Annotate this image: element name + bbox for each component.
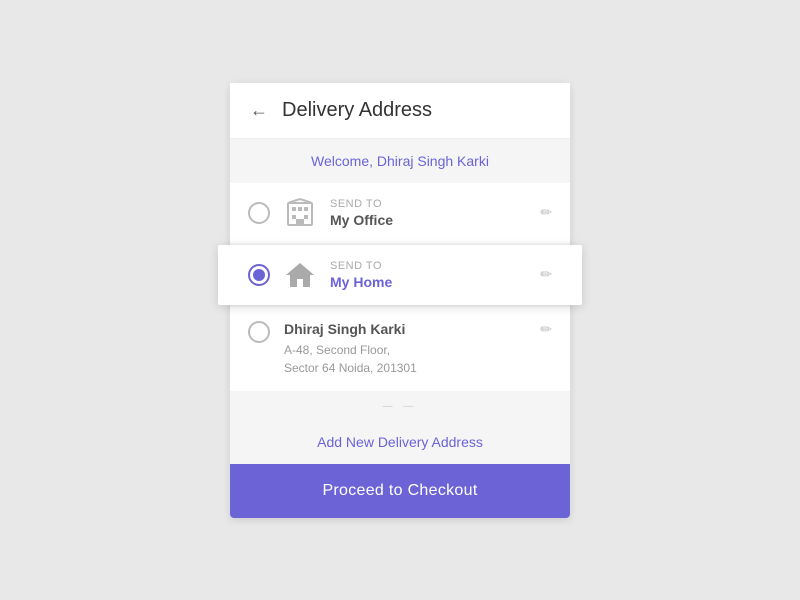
radio-home[interactable] <box>248 264 270 286</box>
detail-info: Dhiraj Singh Karki A-48, Second Floor, S… <box>284 321 526 377</box>
office-info: SEND TO My Office <box>330 198 526 228</box>
address-detail-option[interactable]: Dhiraj Singh Karki A-48, Second Floor, S… <box>230 307 570 391</box>
home-name: My Home <box>330 274 526 290</box>
address-option-home[interactable]: SEND TO My Home ✏ <box>218 245 582 305</box>
detail-person-name: Dhiraj Singh Karki <box>284 321 526 337</box>
checkout-button[interactable]: Proceed to Checkout <box>230 464 570 518</box>
radio-home-inner <box>253 269 265 281</box>
home-send-to-label: SEND TO <box>330 260 526 272</box>
delivery-address-card: ← Delivery Address Welcome, Dhiraj Singh… <box>230 83 570 518</box>
detail-edit-icon[interactable]: ✏ <box>540 321 552 338</box>
header: ← Delivery Address <box>230 83 570 139</box>
welcome-bar: Welcome, Dhiraj Singh Karki <box>230 139 570 183</box>
building-icon <box>284 197 316 229</box>
detail-line1: A-48, Second Floor, <box>284 343 390 357</box>
add-new-address-link[interactable]: Add New Delivery Address <box>230 420 570 464</box>
radio-detail[interactable] <box>248 321 270 343</box>
home-icon <box>284 259 316 291</box>
detail-address-text: A-48, Second Floor, Sector 64 Noida, 201… <box>284 341 526 377</box>
office-edit-icon[interactable]: ✏ <box>540 204 552 221</box>
office-send-to-label: SEND TO <box>330 198 526 210</box>
home-edit-icon[interactable]: ✏ <box>540 266 552 283</box>
welcome-name: Dhiraj Singh Karki <box>377 153 489 169</box>
office-name: My Office <box>330 212 526 228</box>
page-title: Delivery Address <box>282 99 432 122</box>
detail-line2: Sector 64 Noida, 201301 <box>284 361 417 375</box>
back-button[interactable]: ← <box>250 100 268 121</box>
home-info: SEND TO My Home <box>330 260 526 290</box>
radio-office[interactable] <box>248 202 270 224</box>
welcome-prefix: Welcome, <box>311 153 373 169</box>
divider: — — <box>230 393 570 420</box>
address-option-office[interactable]: SEND TO My Office ✏ <box>230 183 570 243</box>
